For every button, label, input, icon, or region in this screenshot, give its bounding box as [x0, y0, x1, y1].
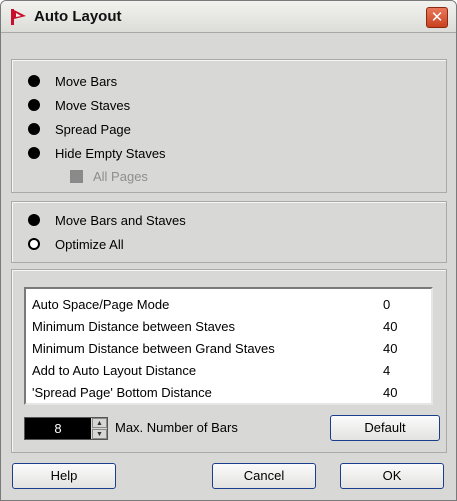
setting-name: Add to Auto Layout Distance: [32, 362, 197, 378]
setting-name: Auto Space/Page Mode: [32, 296, 170, 312]
arrow-up-icon[interactable]: ▲: [92, 418, 107, 428]
help-button[interactable]: Help: [12, 463, 116, 489]
setting-value[interactable]: 0: [383, 297, 427, 312]
list-item[interactable]: Minimum Distance between Staves 40: [32, 315, 427, 337]
selected-radio-icon: [28, 99, 40, 111]
arrow-down-icon[interactable]: ▼: [92, 429, 107, 439]
auto-layout-dialog: Auto Layout ✕ Move Bars Move Staves Spre…: [0, 0, 457, 501]
window-title: Auto Layout: [34, 8, 122, 25]
option-label: Move Staves: [55, 97, 131, 113]
ok-button[interactable]: OK: [340, 463, 444, 489]
layout-options-panel: Move Bars Move Staves Spread Page Hide E…: [11, 59, 447, 193]
selected-radio-icon: [28, 123, 40, 135]
option-label: Spread Page: [55, 121, 131, 137]
selected-radio-icon: [28, 214, 40, 226]
disabled-checkbox-icon: [70, 169, 83, 183]
max-bars-label: Max. Number of Bars: [115, 420, 238, 435]
max-bars-value[interactable]: 8: [25, 418, 91, 439]
option-label: Optimize All: [55, 236, 124, 252]
option-label: Move Bars: [55, 73, 118, 89]
setting-value[interactable]: 40: [383, 385, 427, 400]
setting-value[interactable]: 40: [383, 319, 427, 334]
cancel-button[interactable]: Cancel: [212, 463, 316, 489]
default-button[interactable]: Default: [330, 415, 440, 441]
setting-value[interactable]: 40: [383, 341, 427, 356]
selected-radio-icon: [28, 75, 40, 87]
title-bar[interactable]: Auto Layout ✕: [1, 1, 456, 33]
list-item[interactable]: 'Spread Page' Bottom Distance 40: [32, 381, 427, 403]
list-item[interactable]: Auto Space/Page Mode 0: [32, 293, 427, 315]
settings-panel: Auto Space/Page Mode 0 Minimum Distance …: [11, 269, 447, 453]
setting-name: 'Spread Page' Bottom Distance: [32, 384, 212, 400]
close-button[interactable]: ✕: [426, 7, 448, 28]
option-optimize-all[interactable]: Optimize All: [28, 234, 124, 254]
option-spread-page[interactable]: Spread Page: [28, 119, 131, 139]
max-bars-stepper[interactable]: 8 ▲ ▼: [24, 417, 108, 440]
option-move-bars-and-staves[interactable]: Move Bars and Staves: [28, 210, 186, 230]
option-label: All Pages: [93, 168, 148, 184]
settings-list[interactable]: Auto Space/Page Mode 0 Minimum Distance …: [24, 287, 433, 405]
option-move-staves[interactable]: Move Staves: [28, 95, 130, 115]
mode-options-panel: Move Bars and Staves Optimize All: [11, 201, 447, 263]
option-label: Move Bars and Staves: [55, 212, 186, 228]
unselected-radio-icon: [28, 238, 40, 250]
setting-name: Minimum Distance between Staves: [32, 318, 236, 334]
setting-value[interactable]: 4: [383, 363, 427, 378]
option-hide-empty-staves[interactable]: Hide Empty Staves: [28, 143, 166, 163]
list-item[interactable]: Add to Auto Layout Distance 4: [32, 359, 427, 381]
setting-name: Minimum Distance between Grand Staves: [32, 340, 275, 356]
list-item[interactable]: Minimum Distance between Grand Staves 40: [32, 337, 427, 359]
option-label: Hide Empty Staves: [55, 145, 166, 161]
option-all-pages[interactable]: All Pages: [70, 166, 148, 186]
option-move-bars[interactable]: Move Bars: [28, 71, 117, 91]
selected-radio-icon: [28, 147, 40, 159]
cubase-logo-icon: [11, 9, 26, 25]
